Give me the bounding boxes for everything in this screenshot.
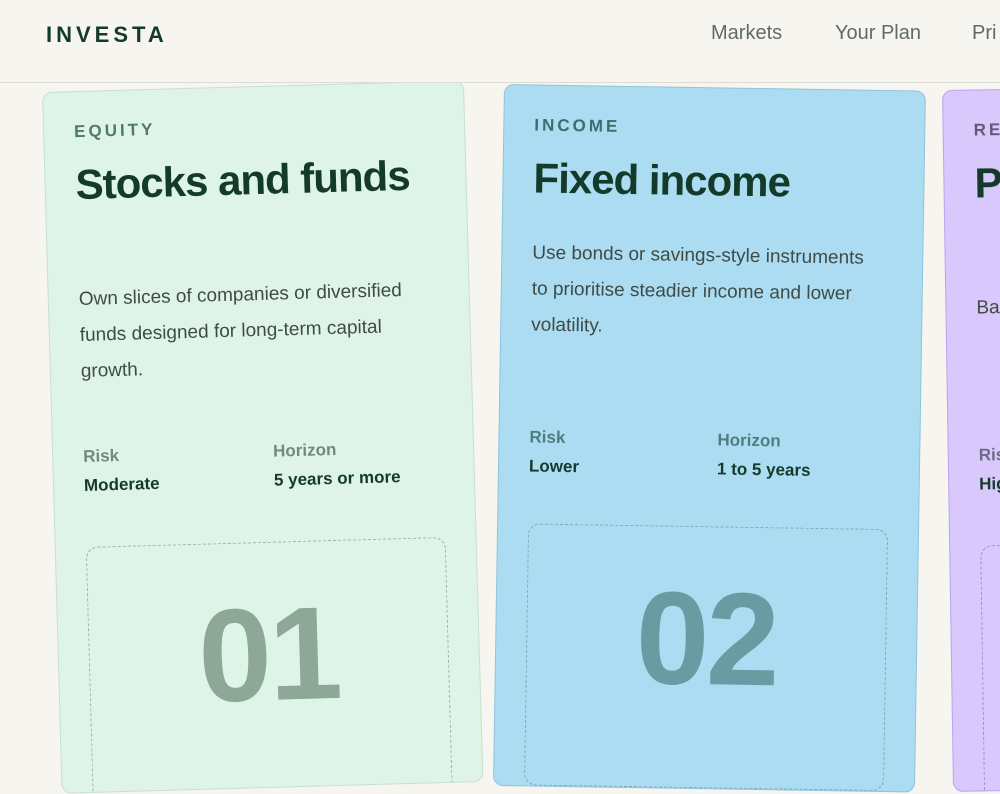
card-description: Ba liq dif — [976, 296, 1000, 319]
card-title: Fixed income — [533, 154, 791, 206]
card-category: EQUITY — [73, 119, 156, 142]
card-description: Use bonds or savings-style instruments t… — [531, 242, 865, 337]
card-description: Own slices of companies or diversified f… — [78, 280, 403, 383]
nav-link-markets[interactable]: Markets — [711, 22, 782, 45]
card-title: Stocks and funds — [74, 151, 411, 209]
card-number-panel: 02 — [523, 523, 889, 792]
risk-label: Risk — [978, 444, 1000, 465]
risk-value: Moderate — [83, 473, 160, 495]
nav-link-your-plan[interactable]: Your Plan — [835, 22, 921, 45]
investment-card-partial[interactable]: RE P a Ba liq dif Risk Hig — [942, 83, 1000, 792]
nav-link-pricing[interactable]: Pri — [972, 22, 996, 45]
card-title: P a — [974, 159, 1000, 207]
card-category: INCOME — [534, 115, 621, 136]
card-category: RE — [973, 120, 1000, 140]
top-navigation-bar: INVESTA Markets Your Plan Pri — [0, 0, 1000, 83]
investment-card-income[interactable]: INCOME Fixed income Use bonds or savings… — [492, 84, 926, 793]
card-number-panel — [980, 539, 1000, 792]
horizon-label: Horizon — [717, 430, 781, 451]
horizon-value: 5 years or more — [273, 467, 401, 490]
risk-label: Risk — [529, 427, 566, 448]
card-number: 01 — [196, 578, 342, 730]
risk-label: Risk — [82, 445, 120, 466]
horizon-value: 1 to 5 years — [716, 459, 811, 480]
risk-value: Hig — [979, 474, 1000, 494]
brand-logo[interactable]: INVESTA — [46, 22, 168, 48]
card-number: 02 — [634, 564, 778, 714]
card-number-panel: 01 — [85, 536, 453, 794]
investment-card-equity[interactable]: EQUITY Stocks and funds Own slices of co… — [42, 80, 484, 794]
risk-value: Lower — [528, 456, 580, 477]
horizon-label: Horizon — [272, 439, 337, 461]
